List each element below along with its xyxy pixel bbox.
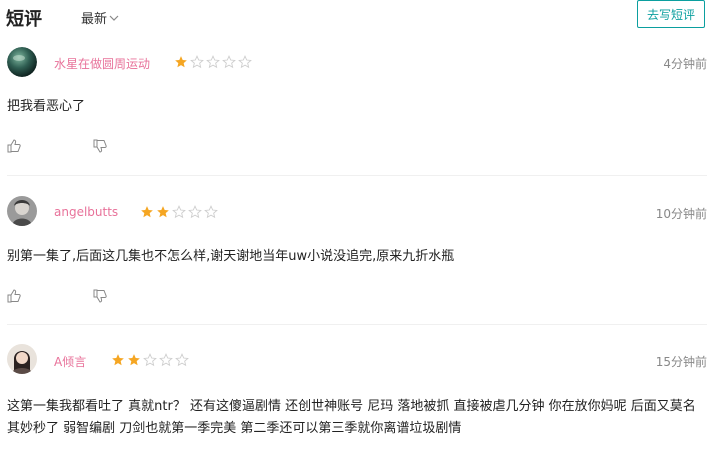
comment-time: 15分钟前: [655, 355, 707, 369]
star-empty-icon: [204, 205, 218, 219]
comment-username[interactable]: A倾言: [54, 353, 86, 370]
star-empty-icon: [159, 353, 173, 367]
star-empty-icon: [143, 353, 157, 367]
thumbs-up-icon[interactable]: [6, 288, 22, 304]
star-empty-icon: [222, 55, 236, 69]
write-review-button[interactable]: 去写短评: [637, 0, 705, 28]
comment-username[interactable]: angelbutts: [54, 205, 118, 219]
star-empty-icon: [206, 55, 220, 69]
star-rating: [111, 353, 189, 367]
star-filled-icon: [112, 354, 124, 366]
star-empty-icon: [175, 353, 189, 367]
thumbs-down-icon[interactable]: [92, 138, 108, 154]
comment-text: 别第一集了,后面这几集也不怎么样,谢天谢地当年uw小说没追完,原来九折水瓶: [7, 249, 455, 264]
sort-dropdown[interactable]: 最新: [81, 8, 119, 27]
star-empty-icon: [188, 205, 202, 219]
star-filled-icon: [141, 206, 153, 218]
avatar[interactable]: [7, 196, 37, 226]
star-rating: [174, 55, 252, 69]
comment-username[interactable]: 水星在做圆周运动: [54, 55, 150, 72]
chevron-down-icon: [109, 15, 119, 21]
avatar[interactable]: [7, 47, 37, 77]
comment-time: 4分钟前: [663, 57, 707, 71]
star-rating: [140, 205, 218, 219]
comment-time: 10分钟前: [655, 207, 707, 221]
person-avatar-icon: [7, 344, 37, 374]
star-filled-icon: [128, 354, 140, 366]
avatar[interactable]: [7, 344, 37, 374]
sort-label: 最新: [81, 12, 108, 27]
character-avatar-icon: [7, 196, 37, 226]
divider: [7, 324, 707, 325]
star-empty-icon: [190, 55, 204, 69]
star-filled-icon: [157, 206, 169, 218]
planet-avatar-icon: [7, 47, 37, 77]
star-empty-icon: [238, 55, 252, 69]
star-filled-icon: [175, 56, 187, 68]
comment-actions: [6, 288, 108, 304]
section-title: 短评: [6, 9, 42, 30]
thumbs-down-icon[interactable]: [92, 288, 108, 304]
thumbs-up-icon[interactable]: [6, 138, 22, 154]
comment-text: 这第一集我都看吐了 真就ntr？ 还有这傻逼剧情 还创世神账号 尼玛 落地被抓 …: [7, 399, 696, 436]
star-empty-icon: [172, 205, 186, 219]
divider: [7, 175, 707, 176]
comments-header: 短评 最新 去写短评: [0, 0, 709, 36]
comment-text: 把我看恶心了: [7, 99, 86, 114]
comment-actions: [6, 138, 108, 154]
